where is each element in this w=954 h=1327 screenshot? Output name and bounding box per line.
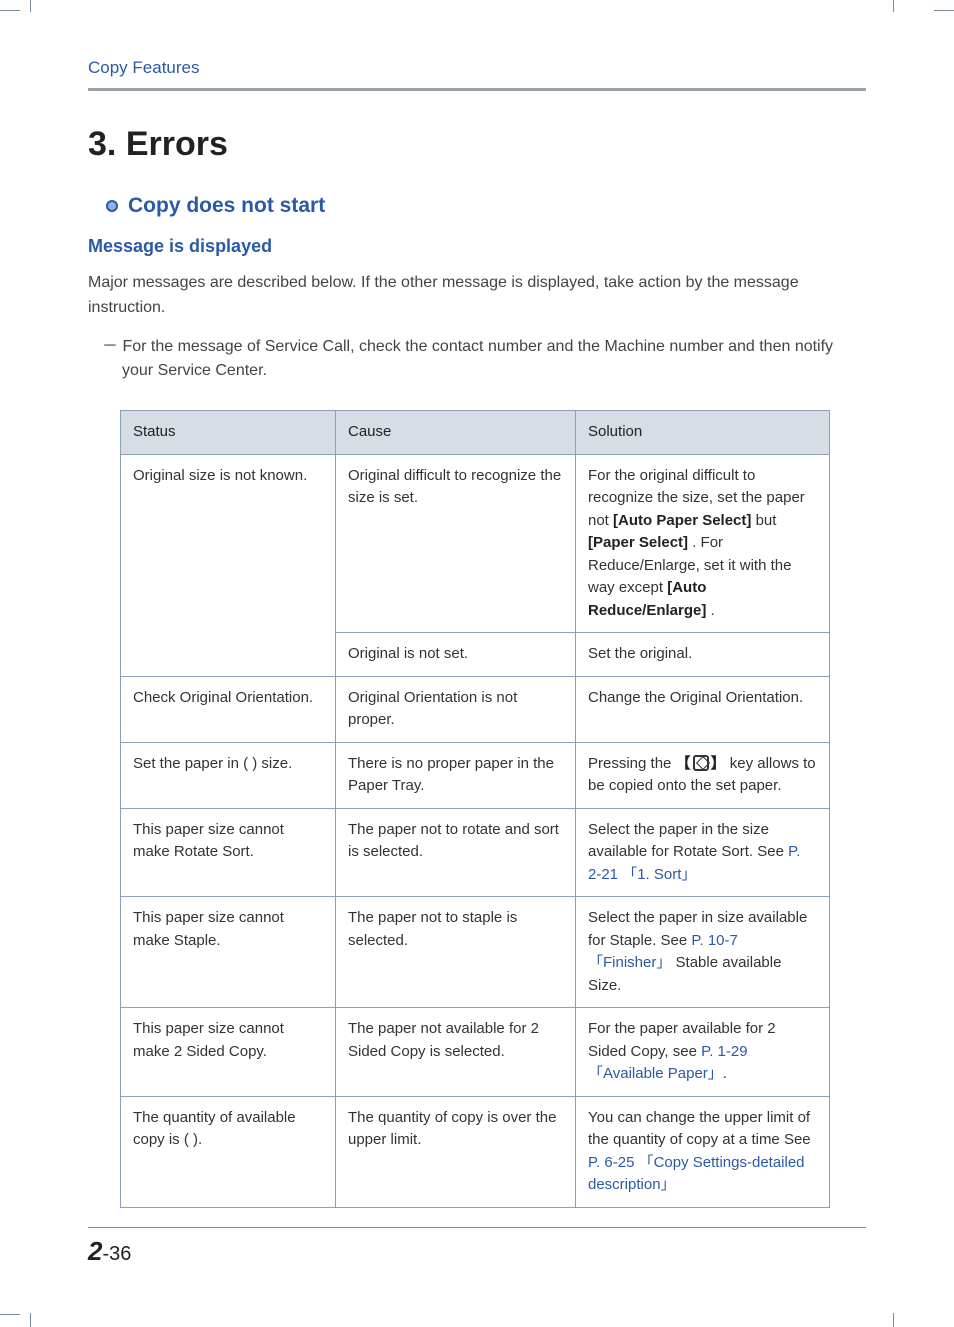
bullet-icon: [106, 200, 118, 212]
table-row: The quantity of available copy is ( ). T…: [121, 1096, 830, 1207]
cell-status: The quantity of available copy is ( ).: [121, 1096, 336, 1207]
table-row: This paper size cannot make Staple. The …: [121, 897, 830, 1008]
cell-cause: The quantity of copy is over the upper l…: [336, 1096, 576, 1207]
ui-label: [Paper Select]: [588, 534, 688, 551]
cell-status: This paper size cannot make 2 Sided Copy…: [121, 1008, 336, 1097]
table-row: This paper size cannot make Rotate Sort.…: [121, 808, 830, 897]
cell-cause: The paper not to staple is selected.: [336, 897, 576, 1008]
section-title: Copy does not start: [128, 194, 325, 218]
cell-status: Original size is not known.: [121, 454, 336, 676]
chapter-title: Errors: [126, 125, 228, 163]
table-row: Original size is not known. Original dif…: [121, 454, 830, 633]
cell-status: Set the paper in ( ) size.: [121, 742, 336, 808]
note-item: － For the message of Service Call, check…: [94, 335, 866, 385]
key-bracket: 】: [711, 755, 726, 772]
cell-solution: For the original difficult to recognize …: [576, 454, 830, 633]
cell-cause: Original Orientation is not proper.: [336, 676, 576, 742]
text: .: [723, 1065, 727, 1082]
col-header-status: Status: [121, 411, 336, 455]
cell-cause: The paper not available for 2 Sided Copy…: [336, 1008, 576, 1097]
error-table: Status Cause Solution Original size is n…: [120, 410, 830, 1208]
cell-status: This paper size cannot make Staple.: [121, 897, 336, 1008]
cell-solution: Set the original.: [576, 633, 830, 677]
cell-status: This paper size cannot make Rotate Sort.: [121, 808, 336, 897]
col-header-cause: Cause: [336, 411, 576, 455]
table-row: Check Original Orientation. Original Ori…: [121, 676, 830, 742]
cell-cause: Original is not set.: [336, 633, 576, 677]
ui-label: [Auto Paper Select]: [613, 512, 751, 529]
section-heading: Copy does not start: [106, 194, 866, 218]
header-rule: [88, 88, 866, 91]
cell-status: Check Original Orientation.: [121, 676, 336, 742]
chapter-number: 3: [88, 125, 107, 163]
cell-solution: Select the paper in size available for S…: [576, 897, 830, 1008]
cell-solution: Pressing the 【】 key allows to be copied …: [576, 742, 830, 808]
intro-paragraph: Major messages are described below. If t…: [88, 271, 866, 321]
cell-solution: For the paper available for 2 Sided Copy…: [576, 1008, 830, 1097]
text: .: [711, 602, 715, 619]
cell-solution: You can change the upper limit of the qu…: [576, 1096, 830, 1207]
cell-solution: Select the paper in the size available f…: [576, 808, 830, 897]
start-key-icon: [693, 755, 709, 771]
running-header: Copy Features: [88, 58, 866, 88]
cell-cause: Original difficult to recognize the size…: [336, 454, 576, 633]
col-header-solution: Solution: [576, 411, 830, 455]
table-row: Set the paper in ( ) size. There is no p…: [121, 742, 830, 808]
page-number: 2-36: [88, 1236, 866, 1267]
page-footer: 2-36: [88, 1227, 866, 1267]
cell-solution: Change the Original Orientation.: [576, 676, 830, 742]
table-row: This paper size cannot make 2 Sided Copy…: [121, 1008, 830, 1097]
text: but: [756, 512, 777, 529]
cell-cause: There is no proper paper in the Paper Tr…: [336, 742, 576, 808]
text: Select the paper in the size available f…: [588, 821, 788, 861]
key-bracket: 【: [676, 755, 691, 772]
table-header-row: Status Cause Solution: [121, 411, 830, 455]
chapter-dot: .: [107, 125, 126, 163]
chapter-heading: 3. Errors: [88, 125, 866, 164]
text: Pressing the: [588, 755, 676, 772]
cell-cause: The paper not to rotate and sort is sele…: [336, 808, 576, 897]
text: You can change the upper limit of the qu…: [588, 1109, 811, 1149]
page-suffix: -36: [102, 1243, 131, 1265]
page-chapter: 2: [88, 1236, 102, 1266]
subsection-heading: Message is displayed: [88, 236, 866, 257]
footer-rule: [88, 1227, 866, 1228]
page-reference-link[interactable]: P. 6-25 「Copy Settings-detailed descript…: [588, 1154, 805, 1194]
